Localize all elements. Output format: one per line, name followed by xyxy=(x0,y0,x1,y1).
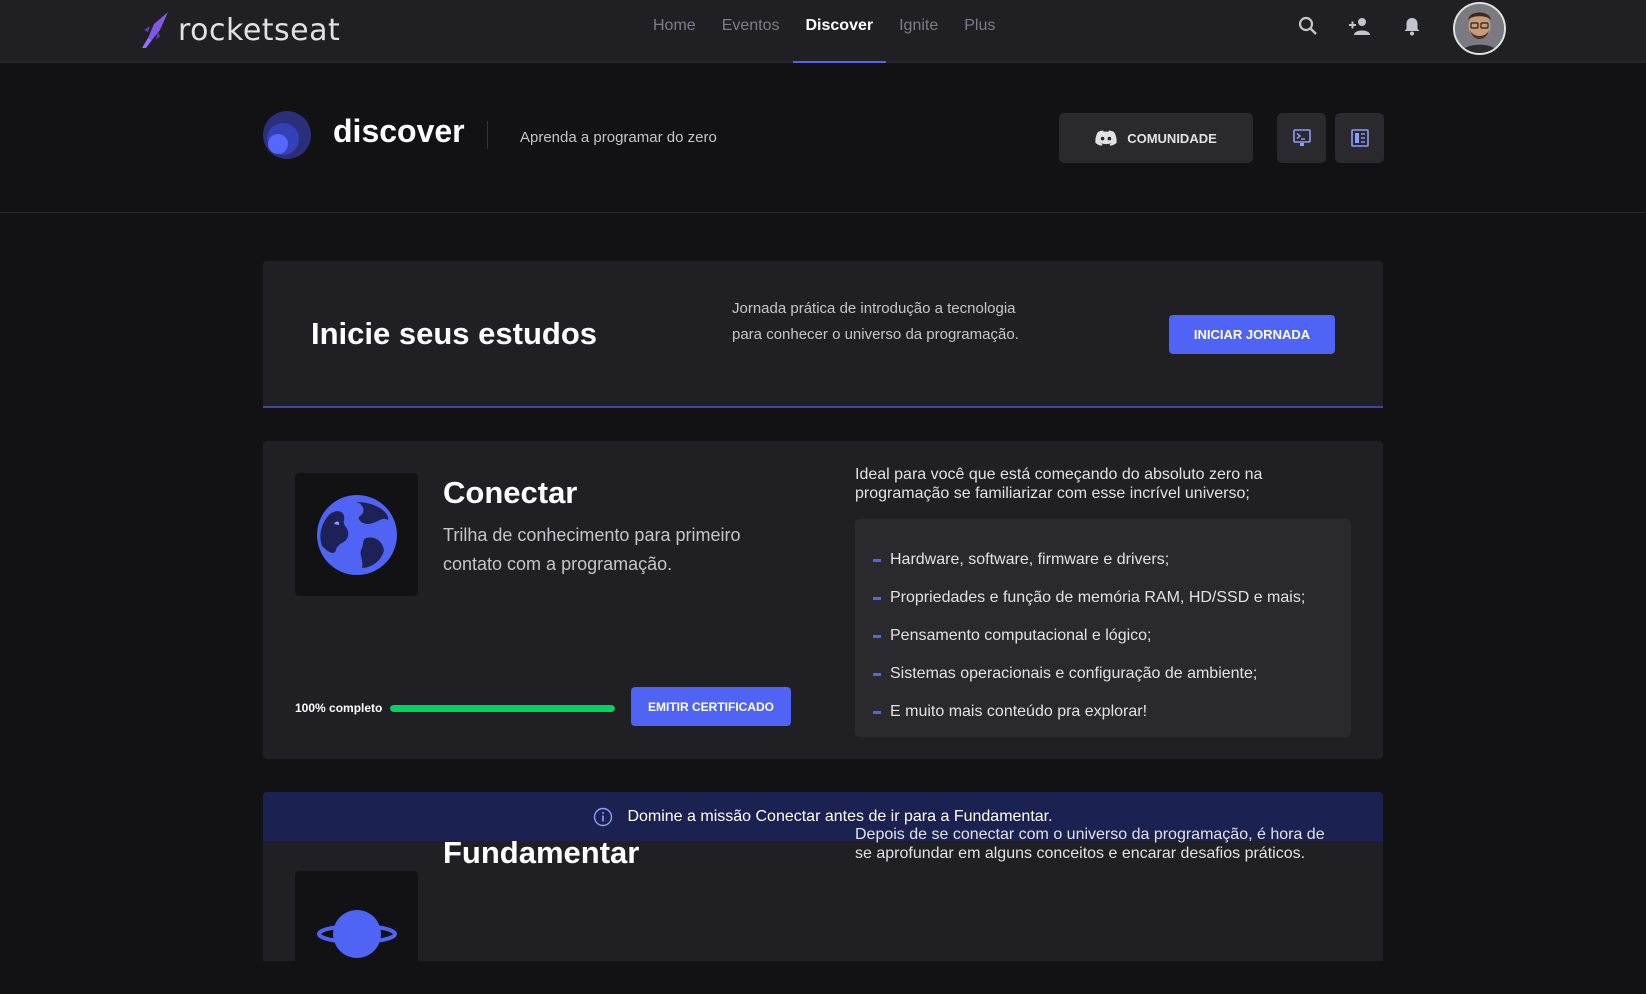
brand-name: rocketseat xyxy=(178,12,341,48)
nav-item-discover[interactable]: Discover xyxy=(792,0,887,63)
main-nav: Home Eventos Discover Ignite Plus xyxy=(640,0,1008,63)
discover-header: discover Aprenda a programar do zero COM… xyxy=(0,63,1646,213)
track-icon-container xyxy=(295,871,418,994)
track-title: Conectar xyxy=(443,475,578,510)
start-studies-card: Inicie seus estudos Jornada prática de i… xyxy=(263,261,1383,408)
track-intro: Ideal para você que está começando do ab… xyxy=(855,466,1263,502)
track-description: Trilha de conhecimento para primeiro con… xyxy=(443,525,741,574)
bell-icon[interactable] xyxy=(1398,12,1426,40)
rocketseat-logo[interactable]: rocketseat xyxy=(138,10,340,50)
bullet-dash-icon xyxy=(873,596,881,600)
community-button[interactable]: COMUNIDADE xyxy=(1059,113,1253,163)
globe-icon xyxy=(316,494,397,575)
user-photo-icon xyxy=(1455,4,1504,53)
track-intro: Depois de se conectar com o universo da … xyxy=(855,826,1325,862)
start-studies-description: Jornada prática de introdução a tecnolog… xyxy=(732,300,1019,343)
community-button-label: COMUNIDADE xyxy=(1127,130,1217,146)
start-journey-button[interactable]: INICIAR JORNADA xyxy=(1169,315,1335,354)
bullet-dash-icon xyxy=(873,558,881,562)
bullet-dash-icon xyxy=(873,634,881,638)
bullet-dash-icon xyxy=(873,672,881,676)
page-title: discover xyxy=(333,113,465,149)
planet-icon xyxy=(316,909,397,958)
nav-icon-group xyxy=(1294,12,1450,40)
topic-text: E muito mais conteúdo pra explorar! xyxy=(890,703,1148,720)
track-card-fundamentar: Fundamentar Depois de se conectar com o … xyxy=(263,826,1383,994)
terminal-button[interactable] xyxy=(1277,113,1326,163)
terminal-icon xyxy=(1292,129,1311,146)
topics-list: Hardware, software, firmware e drivers; … xyxy=(855,519,1351,737)
nav-item-eventos[interactable]: Eventos xyxy=(709,0,793,63)
list-item: Hardware, software, firmware e drivers; xyxy=(873,541,1333,579)
discover-logo-icon xyxy=(263,111,311,159)
rocket-logo-icon xyxy=(142,12,168,48)
user-avatar[interactable] xyxy=(1453,2,1506,55)
list-item: Sistemas operacionais e configuração de … xyxy=(873,655,1333,693)
progress-bar-fill xyxy=(390,705,615,712)
track-card-conectar: Conectar Trilha de conhecimento para pri… xyxy=(263,441,1383,759)
nav-item-ignite[interactable]: Ignite xyxy=(886,0,951,63)
search-icon[interactable] xyxy=(1294,12,1322,40)
add-person-icon[interactable] xyxy=(1346,12,1374,40)
info-message: Domine a missão Conectar antes de ir par… xyxy=(627,807,1053,825)
list-item: Propriedades e função de memória RAM, HD… xyxy=(873,579,1333,617)
info-icon xyxy=(594,807,613,826)
start-studies-title: Inicie seus estudos xyxy=(311,316,597,351)
topic-text: Pensamento computacional e lógico; xyxy=(890,627,1152,644)
page-subtitle: Aprenda a programar do zero xyxy=(520,129,717,146)
track-title: Fundamentar xyxy=(443,835,640,870)
nav-item-plus[interactable]: Plus xyxy=(951,0,1008,63)
layout-panel-button[interactable] xyxy=(1335,113,1384,163)
list-item: Pensamento computacional e lógico; xyxy=(873,617,1333,655)
layout-panel-icon xyxy=(1350,129,1369,147)
bullet-dash-icon xyxy=(873,710,881,714)
header-divider xyxy=(487,121,488,149)
progress-bar xyxy=(390,705,615,712)
list-item: E muito mais conteúdo pra explorar! xyxy=(873,693,1333,731)
discord-icon xyxy=(1095,130,1117,146)
issue-certificate-button[interactable]: EMITIR CERTIFICADO xyxy=(631,687,791,726)
topic-text: Propriedades e função de memória RAM, HD… xyxy=(890,589,1306,606)
topic-text: Sistemas operacionais e configuração de … xyxy=(890,665,1258,682)
nav-item-home[interactable]: Home xyxy=(640,0,709,63)
progress-label: 100% completo xyxy=(295,701,383,715)
top-navigation-bar: rocketseat Home Eventos Discover Ignite … xyxy=(0,0,1646,63)
track-icon-container xyxy=(295,473,418,596)
topic-text: Hardware, software, firmware e drivers; xyxy=(890,551,1170,568)
